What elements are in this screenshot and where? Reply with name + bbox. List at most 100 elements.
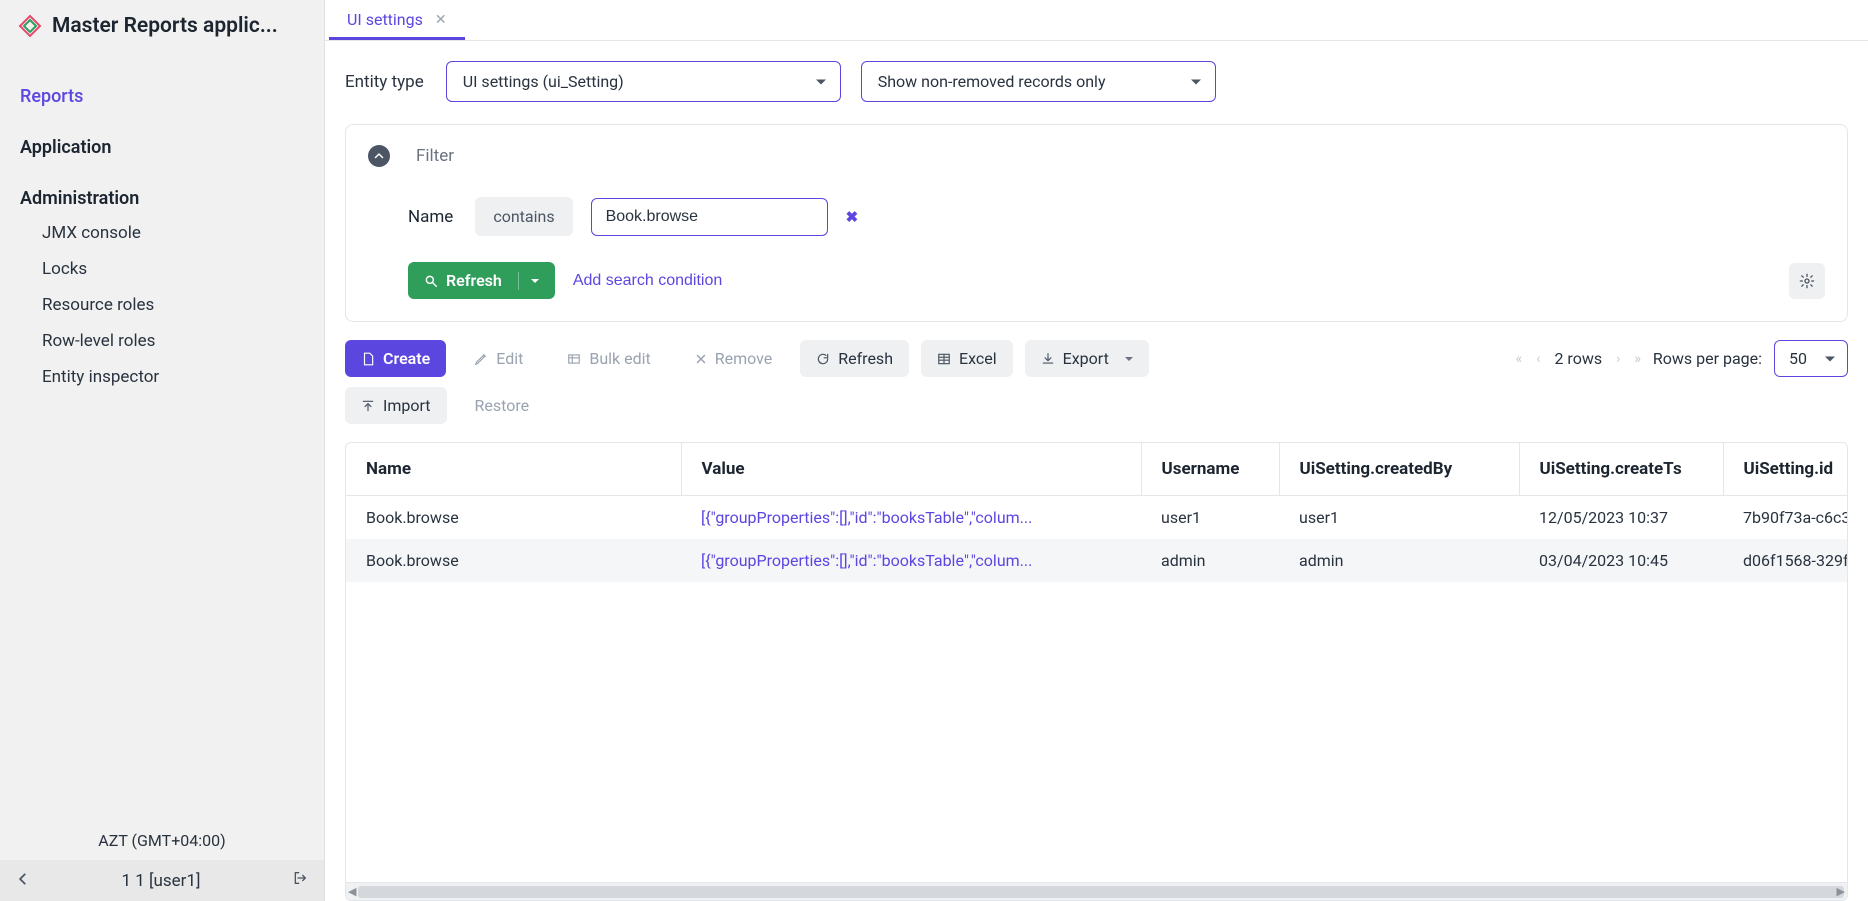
filter-value-input[interactable] [591,198,828,236]
cell-username: admin [1141,539,1279,582]
pager-next-icon[interactable]: › [1616,351,1620,367]
excel-label: Excel [959,349,997,368]
create-label: Create [383,349,430,368]
horizontal-scrollbar[interactable]: ◀ ▶ [346,882,1847,900]
refresh-label: Refresh [838,349,893,368]
gear-icon [1799,273,1815,289]
cell-createts: 03/04/2023 10:45 [1519,539,1723,582]
user-bar: 1 1 [user1] [0,860,324,901]
nav-administration[interactable]: Administration [0,182,324,215]
chevron-down-icon [1125,357,1133,361]
tabs: UI settings ✕ [325,0,1868,41]
excel-button[interactable]: Excel [921,340,1013,377]
add-condition-button[interactable]: Add search condition [573,272,722,290]
entity-type-label: Entity type [345,72,424,92]
cell-value[interactable]: [{"groupProperties":[],"id":"booksTable"… [681,496,1141,540]
refresh-button[interactable]: Refresh [800,340,909,377]
refresh-icon [816,352,830,366]
record-filter-value: Show non-removed records only [878,72,1106,91]
nav-item-row-level-roles[interactable]: Row-level roles [0,323,324,359]
data-table: Name Value Username UiSetting.createdBy … [345,442,1848,901]
col-createts[interactable]: UiSetting.createTs [1519,443,1723,496]
record-filter-select[interactable]: Show non-removed records only [861,61,1216,102]
chevron-down-icon [1191,79,1201,84]
toolbar-row-2: Import Restore [345,387,1848,424]
collapse-sidebar-icon[interactable] [16,871,30,891]
entity-type-value: UI settings (ui_Setting) [463,72,624,91]
col-name[interactable]: Name [346,443,681,496]
x-icon [695,353,707,365]
filter-refresh-button[interactable]: Refresh [408,262,555,299]
search-icon [424,274,438,288]
col-username[interactable]: Username [1141,443,1279,496]
nav-item-jmx[interactable]: JMX console [0,215,324,251]
filter-refresh-label: Refresh [446,271,502,290]
import-button[interactable]: Import [345,387,447,424]
scroll-right-icon[interactable]: ▶ [1837,885,1845,898]
cell-name: Book.browse [346,539,681,582]
pager-prev-icon[interactable]: ‹ [1536,351,1540,367]
toolbar: Create Edit Bulk edit [345,340,1848,377]
sidebar: Master Reports applic... Reports Applica… [0,0,325,901]
cell-username: user1 [1141,496,1279,540]
logout-icon[interactable] [292,870,308,891]
app-logo-icon [18,14,42,38]
timezone-status: AZT (GMT+04:00) [0,821,324,860]
pencil-icon [474,352,488,366]
current-user[interactable]: 1 1 [user1] [30,871,292,891]
cell-id: 7b90f73a-c6c3-bc98-36ae [1723,496,1847,540]
cell-name: Book.browse [346,496,681,540]
pager-last-icon[interactable]: » [1634,351,1641,367]
app-title-text: Master Reports applic... [52,14,278,38]
col-id[interactable]: UiSetting.id [1723,443,1847,496]
cell-createdby: user1 [1279,496,1519,540]
edit-button[interactable]: Edit [458,340,539,377]
filter-condition-row: Name contains ✖ [368,197,1825,236]
main: UI settings ✕ Entity type UI settings (u… [325,0,1868,901]
restore-button[interactable]: Restore [459,387,546,424]
col-createdby[interactable]: UiSetting.createdBy [1279,443,1519,496]
scrollbar-thumb[interactable] [358,886,1844,898]
content: Entity type UI settings (ui_Setting) Sho… [325,41,1868,901]
remove-button[interactable]: Remove [679,340,789,377]
pager-row-count: 2 rows [1554,349,1602,368]
filter-actions: Refresh Add search condition [368,262,1825,299]
filter-head: Filter [368,145,1825,167]
app-title: Master Reports applic... [0,0,324,46]
edit-label: Edit [496,349,523,368]
table-row[interactable]: Book.browse [{"groupProperties":[],"id":… [346,496,1847,540]
entity-type-select[interactable]: UI settings (ui_Setting) [446,61,841,102]
nav-application[interactable]: Application [0,131,324,164]
download-icon [1041,352,1055,366]
nav-item-locks[interactable]: Locks [0,251,324,287]
upload-icon [361,399,375,413]
import-label: Import [383,396,431,415]
filter-field-name: Name [408,207,453,227]
cell-id: d06f1568-329f-b919-0862 [1723,539,1847,582]
rows-per-page-select[interactable]: 50 [1774,340,1848,377]
cell-value[interactable]: [{"groupProperties":[],"id":"booksTable"… [681,539,1141,582]
nav-item-entity-inspector[interactable]: Entity inspector [0,359,324,395]
scroll-left-icon[interactable]: ◀ [348,885,356,898]
entity-row: Entity type UI settings (ui_Setting) Sho… [345,61,1848,102]
filter-operator-chip[interactable]: contains [475,197,572,236]
nav-item-resource-roles[interactable]: Resource roles [0,287,324,323]
close-tab-icon[interactable]: ✕ [435,12,447,28]
file-icon [361,352,375,366]
rows-per-page-label: Rows per page: [1653,349,1762,368]
bulk-edit-button[interactable]: Bulk edit [551,340,666,377]
pager-first-icon[interactable]: « [1516,351,1523,367]
export-button[interactable]: Export [1025,340,1149,377]
table-row[interactable]: Book.browse [{"groupProperties":[],"id":… [346,539,1847,582]
filter-settings-button[interactable] [1789,263,1825,299]
rows-per-page-value: 50 [1789,349,1807,368]
nav-reports[interactable]: Reports [0,80,324,113]
remove-condition-icon[interactable]: ✖ [846,208,859,226]
collapse-filter-icon[interactable] [368,145,390,167]
filter-panel: Filter Name contains ✖ Refresh [345,124,1848,322]
col-value[interactable]: Value [681,443,1141,496]
tab-label: UI settings [347,10,423,29]
create-button[interactable]: Create [345,340,446,377]
tab-ui-settings[interactable]: UI settings ✕ [329,0,465,40]
restore-label: Restore [475,396,530,415]
